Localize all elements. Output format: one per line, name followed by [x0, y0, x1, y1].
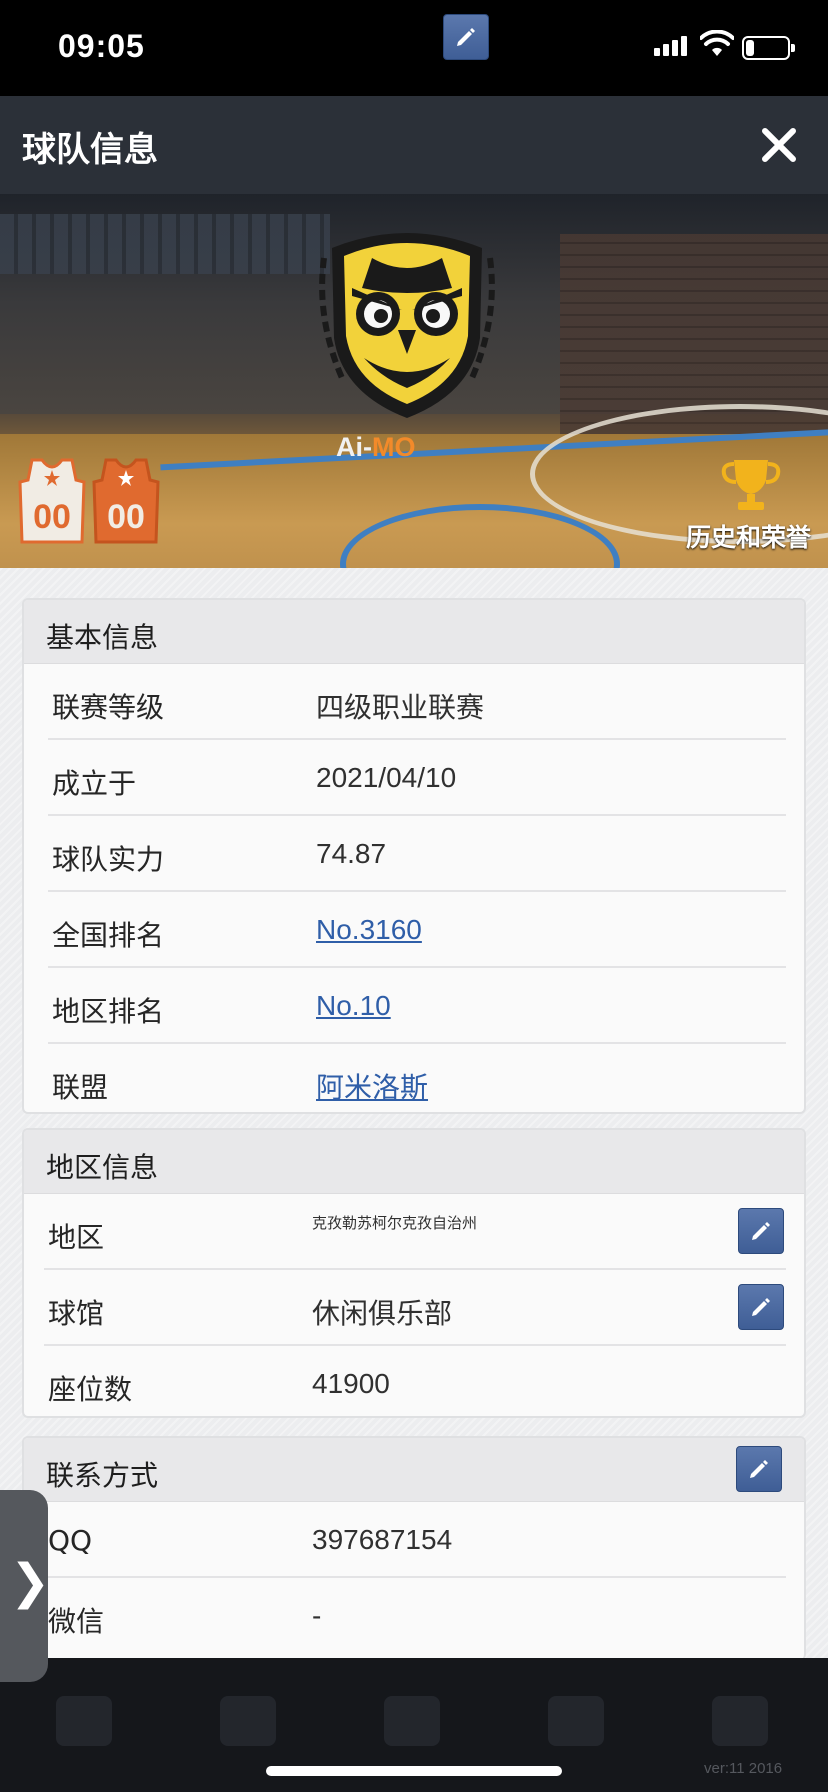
region-value: 克孜勒苏柯尔克孜自治州 — [312, 1215, 478, 1232]
basic-info-header: 基本信息 — [24, 600, 804, 664]
arena-value: 休闲俱乐部 — [312, 1298, 453, 1329]
team-name-prefix: Ai- — [336, 432, 372, 462]
home-jersey-icon[interactable]: 00 — [18, 458, 86, 544]
alliance-link[interactable]: 阿米洛斯 — [316, 1066, 428, 1106]
contact-info-card: 联系方式 QQ 397687154 微信 - — [22, 1436, 806, 1660]
page-title: 球队信息 — [22, 130, 158, 170]
side-drawer-handle[interactable]: ❯ — [0, 1490, 51, 1682]
alliance-row: 联盟 阿米洛斯 — [48, 1044, 786, 1112]
seats-value: 41900 — [312, 1368, 390, 1399]
founded-value: 2021/04/10 — [316, 762, 457, 793]
nav-item-3[interactable] — [384, 1696, 440, 1746]
region-info-title: 地区信息 — [46, 1151, 159, 1184]
pencil-icon — [457, 28, 475, 46]
edit-contact-button[interactable] — [736, 1446, 782, 1492]
nav-item-5[interactable] — [712, 1696, 768, 1746]
wechat-label: 微信 — [48, 1605, 105, 1638]
arena-row: 球馆 休闲俱乐部 — [44, 1270, 786, 1346]
region-info-header: 地区信息 — [24, 1130, 804, 1194]
league-level-value: 四级职业联赛 — [316, 692, 485, 723]
founded-row: 成立于 2021/04/10 — [48, 740, 786, 816]
league-level-label: 联赛等级 — [52, 691, 165, 724]
status-time: 09:05 — [58, 28, 145, 64]
contact-info-header: 联系方式 — [24, 1438, 804, 1502]
seats-label: 座位数 — [48, 1373, 133, 1406]
region-label: 地区 — [48, 1221, 105, 1254]
signal-icon — [654, 34, 690, 56]
pencil-icon — [752, 1298, 770, 1316]
chevron-right-icon: ❯ — [10, 1554, 51, 1610]
title-bar: 球队信息 — [0, 96, 828, 194]
away-jersey-icon[interactable]: 00 — [92, 458, 160, 544]
contact-info-title: 联系方式 — [46, 1459, 159, 1492]
edit-region-button[interactable] — [738, 1208, 784, 1254]
edit-team-name-button[interactable] — [443, 14, 489, 60]
national-rank-row: 全国排名 No.3160 — [48, 892, 786, 968]
pencil-icon — [752, 1222, 770, 1240]
battery-icon — [742, 36, 795, 60]
wifi-icon — [700, 30, 734, 56]
regional-rank-row: 地区排名 No.10 — [48, 968, 786, 1044]
team-strength-label: 球队实力 — [52, 843, 165, 876]
league-level-row: 联赛等级 四级职业联赛 — [48, 664, 786, 740]
edit-arena-button[interactable] — [738, 1284, 784, 1330]
national-rank-link[interactable]: No.3160 — [316, 914, 422, 946]
regional-rank-link[interactable]: No.10 — [316, 990, 391, 1022]
alliance-label: 联盟 — [52, 1071, 109, 1104]
basic-info-card: 基本信息 联赛等级 四级职业联赛 成立于 2021/04/10 球队实力 74.… — [22, 598, 806, 1114]
status-bar: 09:05 — [0, 0, 828, 96]
close-icon[interactable] — [756, 122, 802, 168]
arena-label: 球馆 — [48, 1297, 105, 1330]
team-strength-value: 74.87 — [316, 838, 387, 869]
wechat-value: - — [312, 1600, 322, 1631]
team-name: Ai-MO — [336, 432, 416, 463]
nav-item-1[interactable] — [56, 1696, 112, 1746]
home-indicator[interactable] — [266, 1766, 562, 1776]
team-name-highlight: MO — [372, 432, 416, 462]
team-logo-owl-icon — [319, 233, 495, 418]
regional-rank-label: 地区排名 — [52, 995, 165, 1028]
nav-item-4[interactable] — [548, 1696, 604, 1746]
basic-info-title: 基本信息 — [46, 621, 159, 654]
founded-label: 成立于 — [52, 767, 137, 800]
pencil-icon — [750, 1460, 768, 1478]
team-strength-row: 球队实力 74.87 — [48, 816, 786, 892]
national-rank-label: 全国排名 — [52, 919, 165, 952]
version-label: ver:11 2016 — [704, 1760, 783, 1777]
nav-item-2[interactable] — [220, 1696, 276, 1746]
qq-label: QQ — [48, 1524, 93, 1557]
home-jersey-number: 00 — [33, 498, 71, 536]
battery-level — [746, 40, 754, 56]
away-jersey-number: 00 — [107, 498, 145, 536]
history-honors-link[interactable]: 历史和荣誉 — [686, 518, 811, 554]
region-info-card: 地区信息 地区 克孜勒苏柯尔克孜自治州 球馆 休闲俱乐部 座位数 41900 — [22, 1128, 806, 1418]
qq-value: 397687154 — [312, 1524, 453, 1555]
region-row: 地区 克孜勒苏柯尔克孜自治州 — [44, 1194, 786, 1270]
qq-row: QQ 397687154 — [44, 1502, 786, 1578]
trophy-icon[interactable] — [720, 458, 782, 514]
seats-row: 座位数 41900 — [44, 1346, 786, 1416]
wechat-row: 微信 - — [44, 1578, 786, 1654]
